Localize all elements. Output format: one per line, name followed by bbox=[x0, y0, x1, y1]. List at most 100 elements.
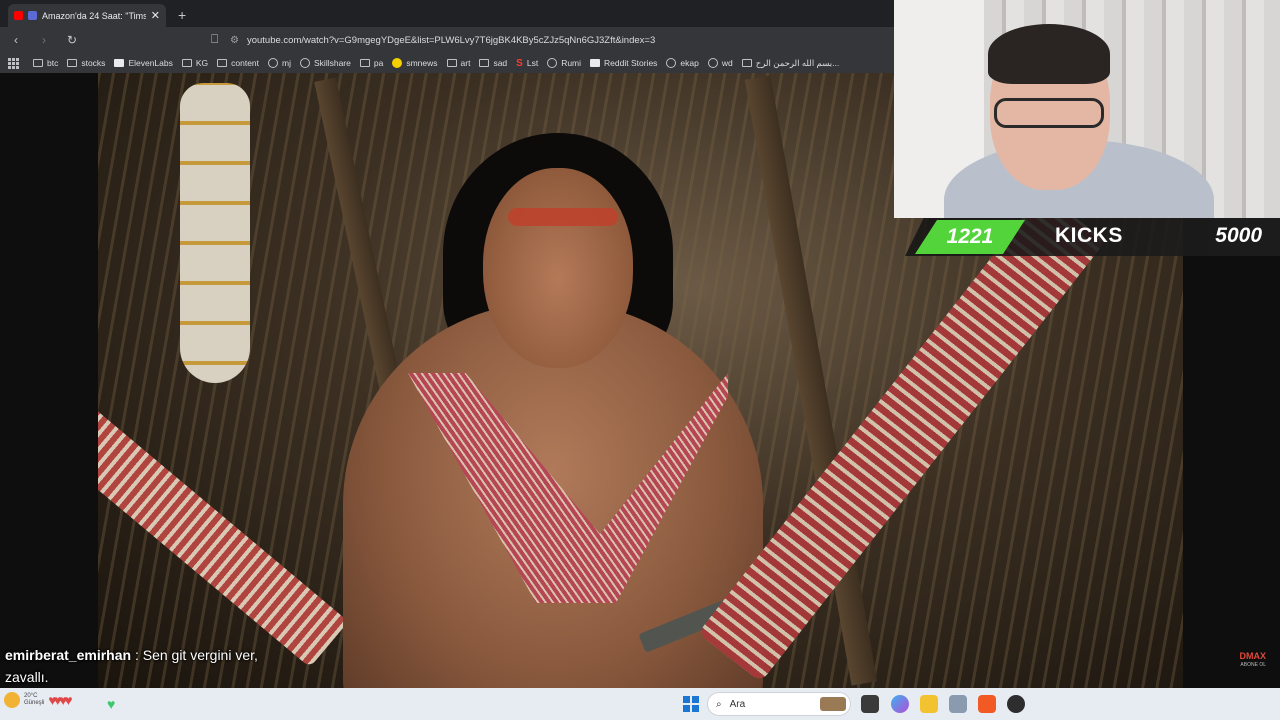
snipping-tool-icon[interactable] bbox=[949, 695, 967, 713]
tab-title: Amazon'da 24 Saat: "Timsah / bbox=[42, 10, 146, 21]
bookmark-label: mj bbox=[282, 58, 292, 68]
hanging-cloth bbox=[180, 83, 250, 383]
taskbar-search[interactable]: ⌕ Ara bbox=[707, 692, 851, 716]
folder-icon bbox=[359, 59, 370, 67]
bookmark-item[interactable]: content bbox=[217, 58, 259, 68]
channel-logo-name: DMAX bbox=[1239, 651, 1267, 661]
video-letterbox-left bbox=[0, 73, 98, 688]
folder-icon bbox=[33, 59, 43, 67]
streamer-hair bbox=[988, 24, 1110, 84]
apps-icon[interactable] bbox=[8, 58, 19, 69]
folder-icon bbox=[217, 59, 228, 67]
kicks-goal: 5000 bbox=[1215, 224, 1262, 247]
green-heart-icon: ♥ bbox=[107, 696, 116, 712]
bookmark-item[interactable]: pa bbox=[359, 58, 384, 68]
bookmark-label: pa bbox=[373, 58, 384, 68]
kicks-label: KICKS bbox=[1055, 224, 1123, 247]
bookmark-label: KG bbox=[195, 58, 209, 68]
new-tab-button[interactable]: + bbox=[178, 7, 186, 23]
bookmark-item[interactable]: art bbox=[446, 58, 471, 68]
windows-start-icon[interactable] bbox=[683, 696, 699, 712]
woman-face bbox=[483, 168, 633, 368]
chat-message: emirberat_emirhan : Sen git vergini ver,… bbox=[5, 644, 305, 688]
back-icon[interactable]: ‹ bbox=[8, 33, 24, 47]
elevenlabs-icon bbox=[114, 59, 125, 67]
bookmark-item[interactable]: ElevenLabs bbox=[114, 58, 173, 68]
weather-temp: 20°C bbox=[24, 693, 38, 699]
bookmark-item[interactable]: smnews bbox=[392, 58, 438, 68]
bookmark-label: content bbox=[231, 58, 260, 68]
close-tab-icon[interactable]: ✕ bbox=[151, 9, 160, 22]
bookmark-item[interactable]: بسم الله الرحمن الرح... bbox=[741, 57, 840, 69]
weather-widget[interactable]: 20°C Güneşli ♥♥♥♥ bbox=[4, 692, 73, 708]
taskbar: 20°C Güneşli ♥♥♥♥ ♥ ⌕ Ara bbox=[0, 688, 1280, 720]
folder-icon bbox=[446, 59, 457, 67]
bookmark-label: Rumi bbox=[561, 58, 582, 68]
chat-username: emirberat_emirhan bbox=[5, 647, 132, 663]
search-label: Ara bbox=[729, 698, 746, 710]
webcam-feed bbox=[894, 0, 1280, 218]
bookmark-item[interactable]: S Lst bbox=[516, 58, 538, 69]
file-explorer-icon[interactable] bbox=[920, 695, 938, 713]
channel-logo: DMAX ABONE OL bbox=[1240, 652, 1267, 670]
slash-icon bbox=[479, 59, 490, 67]
bookmark-item[interactable]: ekap bbox=[666, 58, 699, 68]
bookmark-item[interactable]: mj bbox=[268, 58, 291, 68]
bookmark-label: stocks bbox=[81, 58, 106, 68]
address-bar[interactable]: ⚙ youtube.com/watch?v=G9mgegYDgeE&list=P… bbox=[230, 31, 890, 49]
copilot-icon[interactable] bbox=[891, 695, 909, 713]
brave-browser-icon[interactable] bbox=[978, 695, 996, 713]
bookmark-item[interactable]: btc bbox=[33, 58, 58, 68]
bookmark-label: wd bbox=[721, 58, 733, 68]
page-icon bbox=[741, 59, 752, 67]
bookmark-label: Skillshare bbox=[314, 58, 351, 68]
folder-icon bbox=[181, 59, 192, 67]
github-icon bbox=[268, 58, 279, 68]
extension-icon bbox=[28, 11, 37, 20]
smiley-icon bbox=[392, 58, 403, 68]
task-view-icon[interactable] bbox=[861, 695, 879, 713]
site-info-icon[interactable]: ⚙ bbox=[230, 35, 239, 46]
screen: Amazon'da 24 Saat: "Timsah / ✕ + ‹ › ↻ ⎕… bbox=[0, 0, 1280, 720]
skillshare-icon bbox=[300, 58, 311, 68]
bookmark-label: ElevenLabs bbox=[128, 58, 173, 68]
bookmark-item[interactable]: stocks bbox=[67, 58, 105, 68]
forward-icon[interactable]: › bbox=[36, 33, 52, 47]
channel-logo-sub: ABONE OL bbox=[1240, 662, 1266, 668]
browser-tab-bar: Amazon'da 24 Saat: "Timsah / ✕ + bbox=[0, 0, 894, 27]
reload-icon[interactable]: ↻ bbox=[64, 33, 80, 47]
bookmark-item[interactable]: sad bbox=[479, 58, 507, 68]
obs-icon[interactable] bbox=[1007, 695, 1025, 713]
weather-text: 20°C Güneşli bbox=[24, 693, 44, 707]
bookmark-label: btc bbox=[47, 58, 59, 68]
hearts-icon: ♥♥♥♥ bbox=[48, 692, 72, 708]
bookmark-label: بسم الله الرحمن الرح... bbox=[755, 57, 840, 68]
sun-icon bbox=[4, 692, 20, 708]
kicks-goal-overlay: 1221 KICKS 5000 bbox=[905, 218, 1280, 256]
bookmarks-bar: btc stocks ElevenLabs KG content mj Skillshare… bbox=[0, 53, 894, 73]
bookmark-label: Lst bbox=[526, 58, 539, 68]
bookmark-label: Reddit Stories bbox=[604, 58, 658, 68]
compass-icon bbox=[547, 58, 558, 68]
search-highlight-image bbox=[820, 697, 846, 711]
bookmark-label: smnews bbox=[406, 58, 438, 68]
glasses bbox=[994, 98, 1104, 128]
bookmark-item[interactable]: Skillshare bbox=[300, 58, 351, 68]
face-paint bbox=[508, 208, 618, 226]
search-icon: ⌕ bbox=[716, 698, 722, 710]
browser-tab-active[interactable]: Amazon'da 24 Saat: "Timsah / ✕ bbox=[8, 4, 166, 27]
bookmark-label: ekap bbox=[680, 58, 699, 68]
bookmark-item[interactable]: KG bbox=[181, 58, 209, 68]
d-logo-icon bbox=[590, 59, 601, 67]
bookmark-item[interactable]: wd bbox=[707, 58, 733, 68]
s-logo-icon: S bbox=[516, 57, 523, 69]
bookmark-item[interactable]: Reddit Stories bbox=[590, 58, 657, 68]
url-text: youtube.com/watch?v=G9mgegYDgeE&list=PLW… bbox=[246, 34, 656, 46]
youtube-icon bbox=[14, 11, 23, 20]
bookmark-item[interactable]: Rumi bbox=[547, 58, 581, 68]
folder-icon bbox=[67, 59, 78, 67]
globe-icon bbox=[707, 58, 718, 68]
weather-desc: Güneşli bbox=[24, 700, 45, 706]
bookmark-icon[interactable]: ⎕ bbox=[211, 32, 218, 47]
bookmark-label: art bbox=[460, 58, 471, 68]
